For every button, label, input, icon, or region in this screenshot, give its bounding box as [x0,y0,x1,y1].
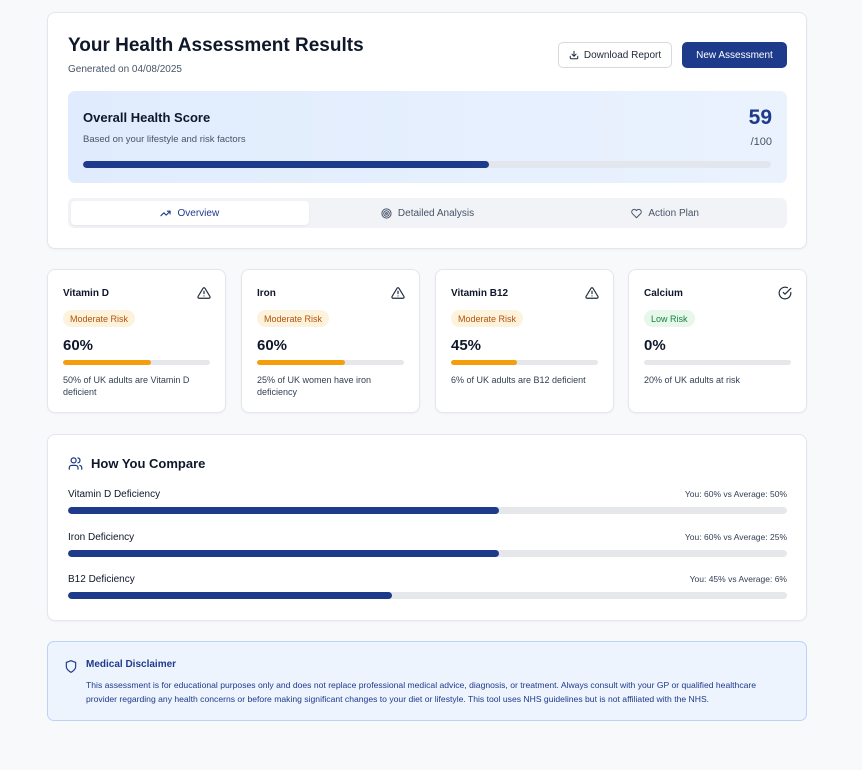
disclaimer-text: This assessment is for educational purpo… [86,680,757,704]
compare-progress-bar [68,550,787,557]
download-report-label: Download Report [583,49,662,61]
heart-icon [631,208,643,218]
nutrient-note: 20% of UK adults at risk [644,375,741,385]
compare-progress-bar [68,592,787,599]
nutrient-percent: 45% [451,337,482,354]
nutrient-name: Calcium [644,288,683,299]
warning-triangle-icon [391,287,405,299]
nutrient-progress-bar [257,360,404,365]
nutrient-card-vitamin-b12: Vitamin B12 Moderate Risk 45% 6% of UK a… [435,269,614,413]
medical-disclaimer: Medical Disclaimer This assessment is fo… [47,641,807,721]
shield-icon [65,660,77,673]
compare-label: Iron Deficiency [68,532,135,543]
nutrient-progress-bar [63,360,210,365]
nutrient-progress-bar [451,360,598,365]
risk-badge: Moderate Risk [451,310,524,327]
nutrient-card-vitamin-d: Vitamin D Moderate Risk 60% 50% of UK ad… [47,269,226,413]
score-progress-bar [83,161,771,168]
nutrient-progress-fill [451,360,518,365]
page-title: Your Health Assessment Results [68,35,364,56]
nutrient-card-iron: Iron Moderate Risk 60% 25% of UK women h… [241,269,420,413]
compare-row-iron: Iron Deficiency You: 60% vs Average: 25% [68,532,787,562]
compare-progress-fill [68,550,500,557]
nutrient-name: Vitamin D [63,288,109,299]
compare-stat: You: 60% vs Average: 25% [684,532,787,542]
compare-title: How You Compare [91,456,206,471]
tab-action-plan[interactable]: Action Plan [546,201,784,225]
tab-overview-label: Overview [177,207,220,219]
risk-badge: Low Risk [644,310,695,327]
compare-label: B12 Deficiency [68,574,135,585]
tab-action-plan-label: Action Plan [648,207,699,219]
nutrient-progress-fill [63,360,152,365]
nutrient-note: 50% of UK adults are Vitamin D deficient [63,375,190,397]
compare-progress-fill [68,592,392,599]
nutrient-name: Iron [257,288,276,299]
compare-progress-bar [68,507,787,514]
nutrient-note: 25% of UK women have iron deficiency [257,375,372,397]
nutrient-progress-fill [257,360,346,365]
nutrient-percent: 60% [257,337,288,354]
score-value: 59 [748,106,772,129]
compare-progress-fill [68,507,500,514]
download-icon [569,50,579,60]
results-tabs: Overview Detailed Analysis Action Plan [68,198,787,228]
nutrient-percent: 0% [644,337,666,354]
generated-date: Generated on 04/08/2025 [68,64,182,75]
check-circle-icon [778,286,792,300]
nutrient-percent: 60% [63,337,94,354]
compare-row-b12: B12 Deficiency You: 45% vs Average: 6% [68,574,787,604]
score-title: Overall Health Score [83,110,211,125]
tab-detailed-analysis[interactable]: Detailed Analysis [309,201,547,225]
compare-row-vitamin-d: Vitamin D Deficiency You: 60% vs Average… [68,489,787,519]
warning-triangle-icon [585,287,599,299]
nutrient-name: Vitamin B12 [451,288,509,299]
tab-overview[interactable]: Overview [71,201,309,225]
score-progress-fill [83,161,489,168]
tab-detailed-analysis-label: Detailed Analysis [397,207,475,219]
new-assessment-button[interactable]: New Assessment [682,42,787,68]
target-icon [381,207,392,219]
score-subtitle: Based on your lifestyle and risk factors [83,134,246,145]
download-report-button[interactable]: Download Report [558,42,672,68]
warning-triangle-icon [197,287,211,299]
compare-stat: You: 45% vs Average: 6% [689,574,787,584]
disclaimer-title: Medical Disclaimer [86,659,177,670]
compare-label: Vitamin D Deficiency [68,489,161,500]
users-icon [68,457,83,470]
nutrient-progress-bar [644,360,791,365]
nutrient-note: 6% of UK adults are B12 deficient [451,375,586,385]
overall-score-panel: Overall Health Score Based on your lifes… [68,91,787,183]
results-header-card: Your Health Assessment Results Generated… [47,12,807,249]
risk-badge: Moderate Risk [257,310,330,327]
score-max: /100 [750,136,772,148]
trending-up-icon [160,210,172,216]
how-you-compare-card: How You Compare Vitamin D Deficiency You… [47,434,807,621]
risk-badge: Moderate Risk [63,310,136,327]
nutrient-card-calcium: Calcium Low Risk 0% 20% of UK adults at … [628,269,807,413]
compare-header: How You Compare [68,456,205,471]
compare-stat: You: 60% vs Average: 50% [684,489,787,499]
